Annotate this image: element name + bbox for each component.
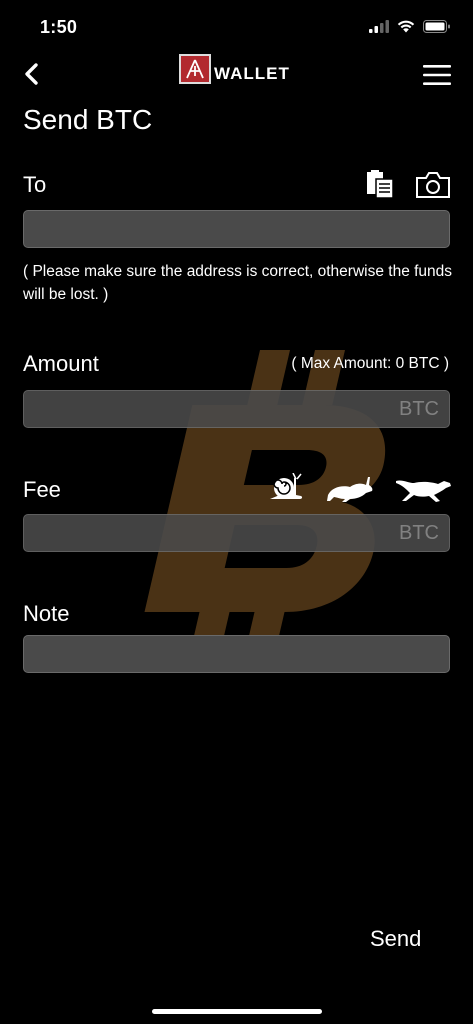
status-bar: 1:50 xyxy=(0,0,473,56)
to-address-input[interactable] xyxy=(23,210,450,248)
camera-icon[interactable] xyxy=(415,171,451,199)
logo-glyph-icon xyxy=(186,59,204,79)
page-title: Send BTC xyxy=(23,104,153,135)
fee-input[interactable]: BTC xyxy=(23,514,450,552)
snail-icon[interactable] xyxy=(266,473,304,501)
signal-icon xyxy=(369,20,389,33)
logo-mark xyxy=(179,54,211,84)
amount-unit: BTC xyxy=(399,398,439,420)
send-button[interactable]: Send xyxy=(370,926,421,952)
cheetah-icon[interactable] xyxy=(396,473,452,503)
wifi-icon xyxy=(397,20,415,33)
status-icons xyxy=(369,20,451,33)
battery-icon xyxy=(423,20,450,33)
address-hint: ( Please make sure the address is correc… xyxy=(23,263,453,303)
fee-unit: BTC xyxy=(399,522,439,544)
home-indicator xyxy=(152,1009,322,1014)
nav-bar: WALLET xyxy=(0,52,473,98)
logo-text: WALLET xyxy=(214,64,290,83)
fee-label: Fee xyxy=(23,477,61,502)
max-amount-note: ( Max Amount: 0 BTC ) xyxy=(291,355,449,372)
clipboard-icon[interactable] xyxy=(364,170,394,199)
to-label: To xyxy=(23,172,47,197)
note-label: Note xyxy=(23,601,70,626)
amount-input[interactable]: BTC xyxy=(23,390,450,428)
menu-icon[interactable] xyxy=(423,65,451,85)
rabbit-icon[interactable] xyxy=(326,475,374,503)
note-input[interactable] xyxy=(23,635,450,673)
amount-label: Amount xyxy=(23,351,99,376)
app-logo: WALLET xyxy=(179,52,290,84)
status-time: 1:50 xyxy=(40,17,78,37)
back-chevron-icon[interactable] xyxy=(20,62,44,86)
